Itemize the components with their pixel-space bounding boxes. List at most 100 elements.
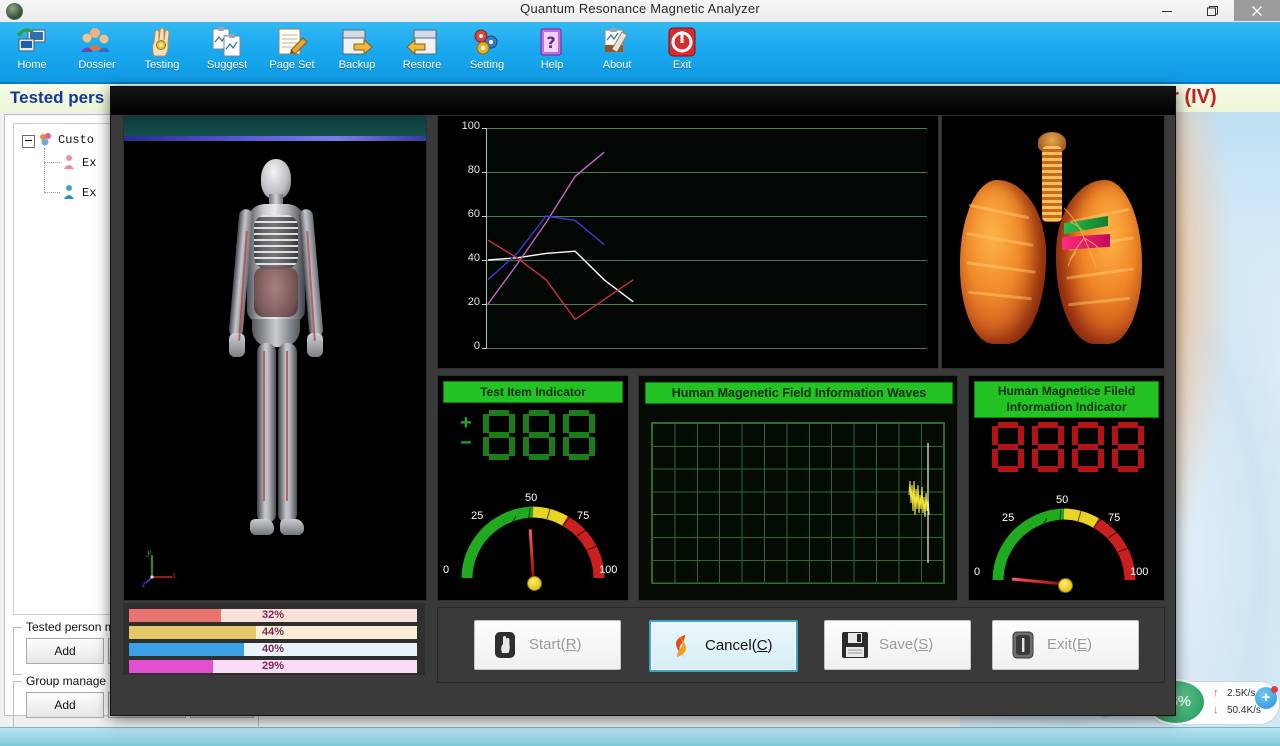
save-button-label: Save(S) bbox=[879, 621, 933, 669]
maximize-icon bbox=[1205, 4, 1219, 18]
body-model-canvas[interactable]: y x z rumenhl bbox=[124, 141, 426, 600]
seven-segment-digit bbox=[1111, 422, 1145, 472]
tested-person-add-button[interactable]: Add bbox=[26, 638, 104, 664]
chart-gridline bbox=[487, 304, 927, 305]
gears-icon bbox=[470, 26, 504, 58]
toolbar-label-suggest: Suggest bbox=[195, 60, 259, 71]
test-item-indicator-panel: Test Item Indicator + − 0 25 50 75 1 bbox=[437, 375, 629, 601]
close-icon bbox=[1251, 4, 1264, 17]
tree-node-root[interactable]: Custo bbox=[58, 133, 94, 147]
segment bbox=[589, 437, 595, 456]
tree-node-child-1[interactable]: Ex bbox=[82, 186, 96, 200]
gauge-tick-75: 75 bbox=[577, 510, 589, 522]
notification-dot bbox=[1271, 686, 1278, 693]
minimize-button[interactable] bbox=[1144, 0, 1189, 21]
main-toolbar: Home Dossier Testing bbox=[0, 22, 1280, 84]
gauge-tick-25: 25 bbox=[1002, 512, 1014, 524]
tree-connector-h1 bbox=[44, 162, 60, 163]
magnetic-wave-panel: Human Magenetic Field Information Waves bbox=[638, 375, 958, 601]
cancel-button[interactable]: Cancel(C) bbox=[649, 620, 798, 672]
download-add-button[interactable]: + bbox=[1255, 687, 1277, 709]
toolbar-item-backup[interactable]: Backup bbox=[325, 24, 389, 80]
tree-connector-h2 bbox=[44, 192, 60, 193]
toolbar-item-home[interactable]: Home bbox=[0, 24, 64, 80]
toolbar-item-help[interactable]: ? Help bbox=[520, 24, 584, 80]
close-button[interactable] bbox=[1234, 0, 1280, 21]
segment bbox=[1072, 449, 1078, 468]
toolbar-item-page-set[interactable]: Page Set bbox=[260, 24, 324, 80]
axis-label-z: z bbox=[142, 579, 146, 589]
chart-y-tick-mark bbox=[482, 216, 486, 217]
segment bbox=[489, 454, 509, 460]
segment bbox=[1032, 426, 1038, 445]
chart-gridline bbox=[487, 348, 927, 349]
svg-text:?: ? bbox=[546, 33, 555, 52]
toolbar-item-exit[interactable]: Exit bbox=[650, 24, 714, 80]
power-off-icon bbox=[665, 26, 699, 58]
refresh-flame-icon bbox=[665, 630, 697, 662]
segment bbox=[1032, 449, 1038, 468]
tree-node-child-0[interactable]: Ex bbox=[82, 156, 96, 170]
toolbar-label-backup: Backup bbox=[325, 60, 389, 71]
segment bbox=[998, 422, 1018, 428]
model-ribcage bbox=[254, 215, 298, 269]
toolbar-item-about[interactable]: About bbox=[585, 24, 649, 80]
person-blue-icon bbox=[62, 184, 76, 198]
floppy-disk-icon bbox=[839, 629, 871, 661]
start-button[interactable]: Start(R) bbox=[474, 620, 621, 670]
toolbar-item-suggest[interactable]: Suggest bbox=[195, 24, 259, 80]
progress-bar-group: 32% 44% 40% 29% bbox=[123, 603, 425, 675]
segment bbox=[523, 437, 529, 456]
hmf-caption-line2: Information Indicator bbox=[975, 399, 1158, 415]
save-button[interactable]: Save(S) bbox=[824, 620, 971, 670]
toolbar-label-help: Help bbox=[520, 60, 584, 71]
chart-gridline bbox=[487, 260, 927, 261]
segment bbox=[569, 432, 589, 438]
maximize-button[interactable] bbox=[1189, 0, 1234, 21]
hmf-caption: Human Magnetice Fileld Information Indic… bbox=[974, 381, 1159, 418]
toolbar-label-exit: Exit bbox=[650, 60, 714, 71]
gauge-tick-100: 100 bbox=[599, 564, 617, 576]
segment bbox=[1138, 449, 1144, 468]
segment bbox=[489, 410, 509, 416]
chart-y-tick-label: 80 bbox=[438, 164, 480, 176]
segment bbox=[569, 454, 589, 460]
exit-button[interactable]: Exit(E) bbox=[992, 620, 1139, 670]
seven-segment-digit bbox=[482, 410, 516, 460]
seven-segment-digit bbox=[1031, 422, 1065, 472]
model-vessel-leg-right bbox=[286, 351, 288, 501]
toolbar-item-testing[interactable]: Testing bbox=[130, 24, 194, 80]
chart-gridline bbox=[487, 172, 927, 173]
group-icon bbox=[38, 132, 52, 146]
tree-expander-root[interactable] bbox=[22, 135, 35, 148]
toolbar-item-dossier[interactable]: Dossier bbox=[65, 24, 129, 80]
person-pink-icon bbox=[62, 154, 76, 168]
minimize-icon bbox=[1161, 5, 1173, 17]
toolbar-label-home: Home bbox=[0, 60, 64, 71]
segment bbox=[563, 414, 569, 433]
body-model-panel[interactable]: y x z rumenhl bbox=[123, 115, 427, 601]
model-hand-left bbox=[229, 333, 245, 357]
segment bbox=[569, 410, 589, 416]
clipboard-chart-icon bbox=[210, 26, 244, 58]
application-window: Quantum Resonance Magnetic Analyzer bbox=[0, 0, 1280, 746]
progress-bar-row: 44% bbox=[129, 626, 417, 639]
model-organs bbox=[254, 267, 298, 317]
progress-percent-label: 40% bbox=[129, 643, 417, 656]
gauge-tick-100: 100 bbox=[1130, 566, 1148, 578]
gauge-tick-25: 25 bbox=[471, 510, 483, 522]
group-add-button[interactable]: Add bbox=[26, 692, 104, 718]
clipboard-pen-icon bbox=[600, 26, 634, 58]
toolbar-label-about: About bbox=[585, 60, 649, 71]
segment bbox=[1118, 422, 1138, 428]
segment bbox=[489, 432, 509, 438]
toolbar-label-dossier: Dossier bbox=[65, 60, 129, 71]
background-page-title: Tested pers bbox=[10, 88, 104, 108]
lung-left-shape bbox=[960, 180, 1046, 344]
group-manage-legend: Group manage bbox=[22, 674, 110, 688]
chart-y-tick-label: 100 bbox=[438, 120, 480, 132]
chart-y-tick-mark bbox=[482, 260, 486, 261]
toolbar-label-testing: Testing bbox=[130, 60, 194, 71]
toolbar-item-restore[interactable]: Restore bbox=[390, 24, 454, 80]
toolbar-item-setting[interactable]: Setting bbox=[455, 24, 519, 80]
